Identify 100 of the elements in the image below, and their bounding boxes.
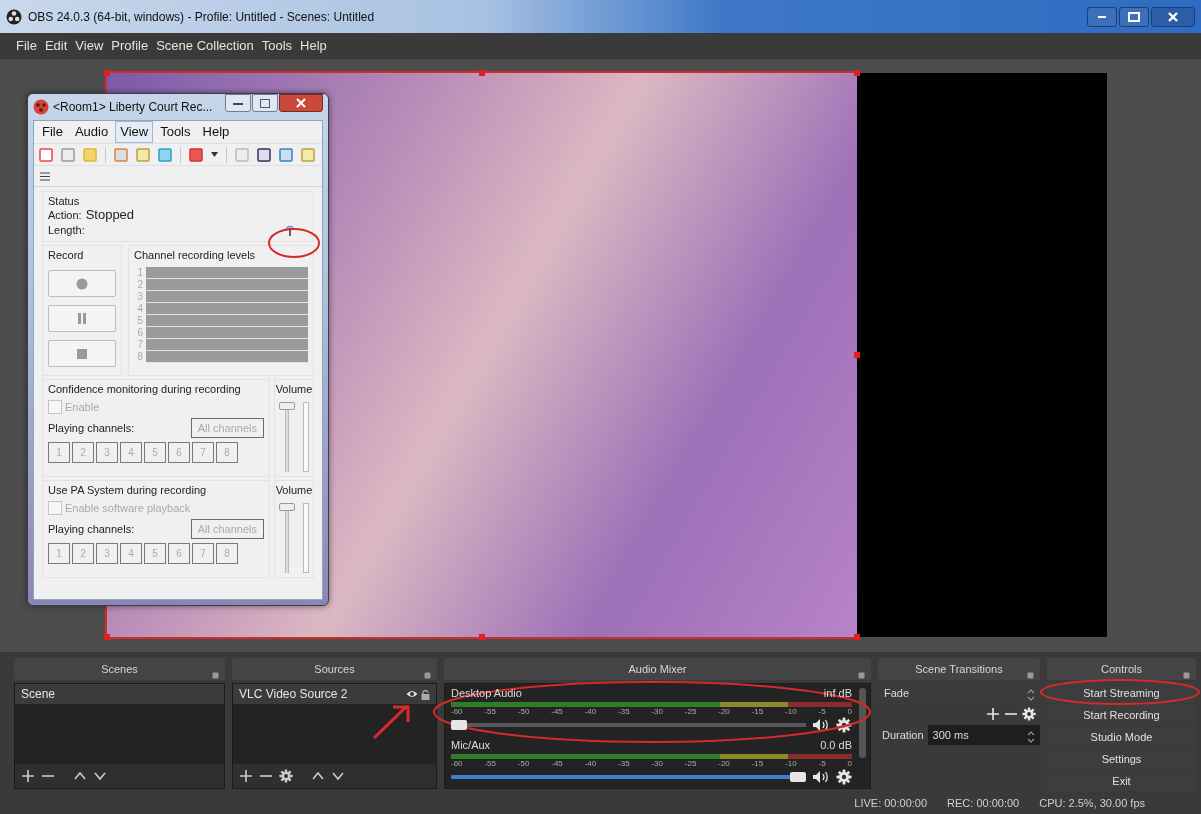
annotation-arrow [372,704,410,740]
volume-slider-thumb[interactable] [451,719,467,730]
duration-field[interactable]: 300 ms [927,725,1040,745]
add-icon[interactable] [239,769,253,783]
resize-handle[interactable] [104,634,110,640]
scale-label: -10 [785,759,797,768]
scale-label: -55 [484,707,496,716]
channel-number: 1 [136,267,144,280]
scale-label: -60 [451,759,463,768]
dropdown-caret-icon[interactable] [211,152,218,157]
field-label: Action: [48,208,82,222]
menu-item[interactable]: File [37,121,68,143]
maximize-button[interactable] [252,94,278,112]
close-icon [1167,10,1179,23]
refresh-icon[interactable] [279,147,293,162]
new-document-icon[interactable] [39,147,53,162]
speaker-icon[interactable] [812,769,830,784]
group-label: Use PA System during recording [48,483,208,498]
maximize-button[interactable] [1119,6,1149,27]
add-icon[interactable] [21,769,35,783]
menu-item[interactable]: Edit [40,36,72,56]
spinner-icon[interactable] [1027,730,1035,745]
scale-label: -55 [484,759,496,768]
minimize-button[interactable] [225,94,251,112]
source-item[interactable]: VLC Video Source 2 [233,684,436,704]
menu-item[interactable]: File [12,36,41,56]
menu-item[interactable]: Tools [155,121,196,143]
volume-slider-thumb[interactable] [279,503,295,512]
scale-label: -50 [517,759,530,768]
checkbox-label: Enable [65,400,100,415]
channel-number: 6 [136,327,144,340]
menu-item[interactable]: View [115,121,154,143]
settings-icon[interactable] [279,769,293,783]
minimize-button[interactable] [1087,6,1117,27]
scrollbar[interactable] [859,688,866,758]
text-icon[interactable] [257,147,271,162]
scale-label: -35 [618,759,630,768]
rec-timer: REC: 00:00:00 [947,796,1020,812]
channel-number: 4 [136,303,144,316]
dock-title: Sources [314,661,355,677]
volume-slider-thumb[interactable] [279,402,295,411]
settings-icon[interactable] [836,716,852,733]
menu-item[interactable]: Audio [69,121,114,143]
group-label: Volume [275,382,313,397]
add-icon[interactable] [986,707,1000,721]
volume-slider-thumb[interactable] [790,771,806,782]
menu-item[interactable]: Help [296,36,331,56]
close-button[interactable] [1151,6,1195,27]
close-button[interactable] [279,94,323,112]
database-icon[interactable] [158,147,172,162]
menu-icon[interactable] [40,171,50,181]
resize-handle[interactable] [854,70,860,76]
resize-handle[interactable] [479,634,485,640]
cpu-status: CPU: 2.5%, 30.00 fps [1039,796,1145,812]
record-icon [76,277,88,290]
dock-float-icon[interactable] [858,671,865,679]
settings-icon[interactable] [1022,707,1036,721]
pause-button[interactable] [48,305,116,333]
spinner-icon[interactable] [1027,688,1035,703]
settings-icon[interactable] [836,768,852,785]
channel-number: 7 [136,339,144,352]
menu-item[interactable]: Help [197,121,235,143]
window-title: OBS 24.0.3 (64-bit, windows) - Profile: Untitled - Scenes: Untitled [28,8,375,26]
dock-float-icon[interactable] [1027,671,1034,679]
scene-item[interactable]: Scene [15,684,224,704]
menu-item[interactable]: Tools [257,36,297,56]
dock-float-icon[interactable] [424,671,431,679]
lock-open-icon[interactable] [421,688,430,700]
resize-handle[interactable] [104,70,110,76]
annotation-ellipse [268,228,320,258]
maximize-icon [260,98,270,108]
menu-item[interactable]: Scene Collection [152,36,258,56]
scale-label: -25 [684,707,697,716]
stop-button[interactable] [48,340,116,368]
properties-icon[interactable] [114,147,128,162]
scale-label: -40 [584,707,597,716]
menu-item[interactable]: View [71,36,108,56]
resize-handle[interactable] [854,352,860,358]
channel-number: 3 [136,291,144,304]
dock-float-icon[interactable] [1183,671,1190,679]
speaker-icon[interactable] [812,717,830,732]
scale-label: 0 [847,707,852,716]
channel-reading: 0.0 dB [820,739,852,752]
volume-meter [303,402,309,473]
recorder-logo-icon [33,99,49,115]
menu-item[interactable]: Profile [107,36,153,56]
dock-title: Controls [1101,661,1142,677]
scale-label: -30 [651,759,663,768]
eye-icon[interactable] [406,689,418,699]
resize-handle[interactable] [479,70,485,76]
resize-handle[interactable] [854,634,860,640]
antenna-icon [284,223,296,238]
minimize-icon [1098,15,1106,18]
field-label: Playing channels: [48,522,135,537]
dock-float-icon[interactable] [212,671,219,679]
group-label: Volume [275,483,313,498]
scale-label: -45 [551,759,563,768]
scale-label: -10 [785,707,797,716]
camera-icon[interactable] [189,147,203,162]
record-button[interactable] [48,270,116,298]
